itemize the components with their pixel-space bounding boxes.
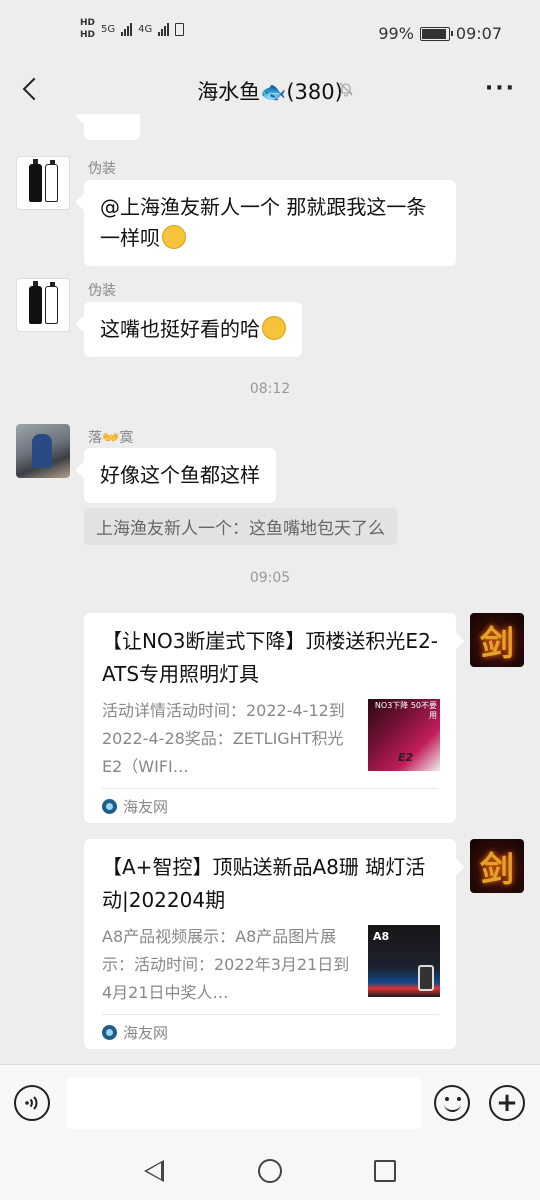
- avatar[interactable]: [16, 156, 70, 210]
- nav-recents-icon[interactable]: [374, 1160, 396, 1182]
- thumb-label: A8: [373, 930, 390, 943]
- signal-indicators: HD HD 5G 4G: [80, 18, 185, 40]
- divider: [102, 1014, 438, 1015]
- chat-area[interactable]: 伪装 @上海渔友新人一个 那就跟我这一条一样呗 伪装 这嘴也挺好看的哈 08:1…: [0, 114, 540, 1064]
- thinking-emoji-icon: [262, 316, 286, 340]
- card-thumbnail: A8: [368, 925, 440, 997]
- quoted-reply[interactable]: 上海渔友新人一个：这鱼嘴地包天了么: [84, 508, 397, 545]
- clock: 09:07: [455, 24, 502, 43]
- hd-badge-2: HD: [80, 30, 96, 40]
- card-description: 活动详情活动时间：2022-4-12到2022-4-28奖品：ZETLIGHT积…: [102, 701, 345, 776]
- card-title: 【A+智控】顶贴送新品A8珊 瑚灯活动|202204期: [102, 855, 426, 912]
- source-name: 海友网: [123, 798, 169, 816]
- bell-muted-icon: [338, 81, 354, 101]
- sender-name: 伪装: [88, 283, 116, 299]
- status-bar: HD HD 5G 4G 99% 09:07: [0, 0, 540, 68]
- message-bubble[interactable]: @上海渔友新人一个 那就跟我这一条一样呗: [84, 180, 456, 266]
- card-source: 海友网: [102, 796, 168, 817]
- card-source: 海友网: [102, 1022, 168, 1043]
- avatar[interactable]: 剑: [470, 613, 524, 667]
- nav-home-icon[interactable]: [258, 1159, 282, 1183]
- avatar[interactable]: [16, 424, 70, 478]
- message-input[interactable]: [66, 1077, 421, 1129]
- back-arrow-icon[interactable]: [18, 76, 46, 104]
- thumb-caption: NO3下降 50不要用: [374, 701, 437, 720]
- signal-icon: [158, 22, 170, 36]
- battery-percent: 99%: [378, 24, 414, 43]
- chat-header: 海水鱼🐟(380) ···: [0, 68, 540, 114]
- source-logo-icon: [102, 1025, 117, 1040]
- vibrate-icon: [175, 22, 185, 36]
- avatar[interactable]: [16, 278, 70, 332]
- avatar[interactable]: 剑: [470, 839, 524, 893]
- hd-badge-1: HD: [80, 18, 96, 28]
- message-text: @上海渔友新人一个 那就跟我这一条一样呗: [100, 195, 427, 250]
- message-text: 这嘴也挺好看的哈: [100, 317, 260, 341]
- phone-icon: [418, 965, 434, 991]
- plus-icon[interactable]: +: [489, 1085, 525, 1121]
- thumb-label: E2: [398, 751, 414, 764]
- more-dots-icon[interactable]: ···: [485, 76, 516, 101]
- signal-icon: [121, 22, 133, 36]
- card-description: A8产品视频展示：A8产品图片展示：活动时间：2022年3月21日到4月21日中…: [102, 927, 350, 1002]
- voice-icon[interactable]: [14, 1085, 50, 1121]
- timestamp: 08:12: [249, 381, 291, 397]
- input-bar: +: [0, 1064, 540, 1144]
- chat-title: 海水鱼🐟(380): [197, 80, 343, 104]
- sender-name: 落👐寞: [88, 430, 134, 446]
- card-thumbnail: NO3下降 50不要用 E2: [368, 699, 440, 771]
- divider: [102, 788, 438, 789]
- nav-back-icon[interactable]: [144, 1160, 164, 1182]
- message-text: 好像这个鱼都这样: [100, 463, 260, 487]
- emoji-icon[interactable]: [434, 1085, 470, 1121]
- shared-link-card[interactable]: 【A+智控】顶贴送新品A8珊 瑚灯活动|202204期 A8产品视频展示：A8产…: [84, 839, 456, 1049]
- message-bubble-partial[interactable]: [84, 114, 140, 140]
- timestamp: 09:05: [249, 570, 291, 586]
- system-nav-bar: [0, 1144, 540, 1200]
- source-name: 海友网: [123, 1024, 169, 1042]
- card-title: 【让NO3断崖式下降】顶楼送积光E2-ATS专用照明灯具: [102, 629, 439, 686]
- message-bubble[interactable]: 好像这个鱼都这样: [84, 448, 276, 503]
- shared-link-card[interactable]: 【让NO3断崖式下降】顶楼送积光E2-ATS专用照明灯具 活动详情活动时间：20…: [84, 613, 456, 823]
- message-bubble[interactable]: 这嘴也挺好看的哈: [84, 302, 302, 357]
- battery-icon: [419, 26, 453, 41]
- network-5g: 5G: [101, 23, 116, 35]
- thinking-emoji-icon: [162, 225, 186, 249]
- source-logo-icon: [102, 799, 117, 814]
- network-4g: 4G: [138, 23, 153, 35]
- sender-name: 伪装: [88, 161, 116, 177]
